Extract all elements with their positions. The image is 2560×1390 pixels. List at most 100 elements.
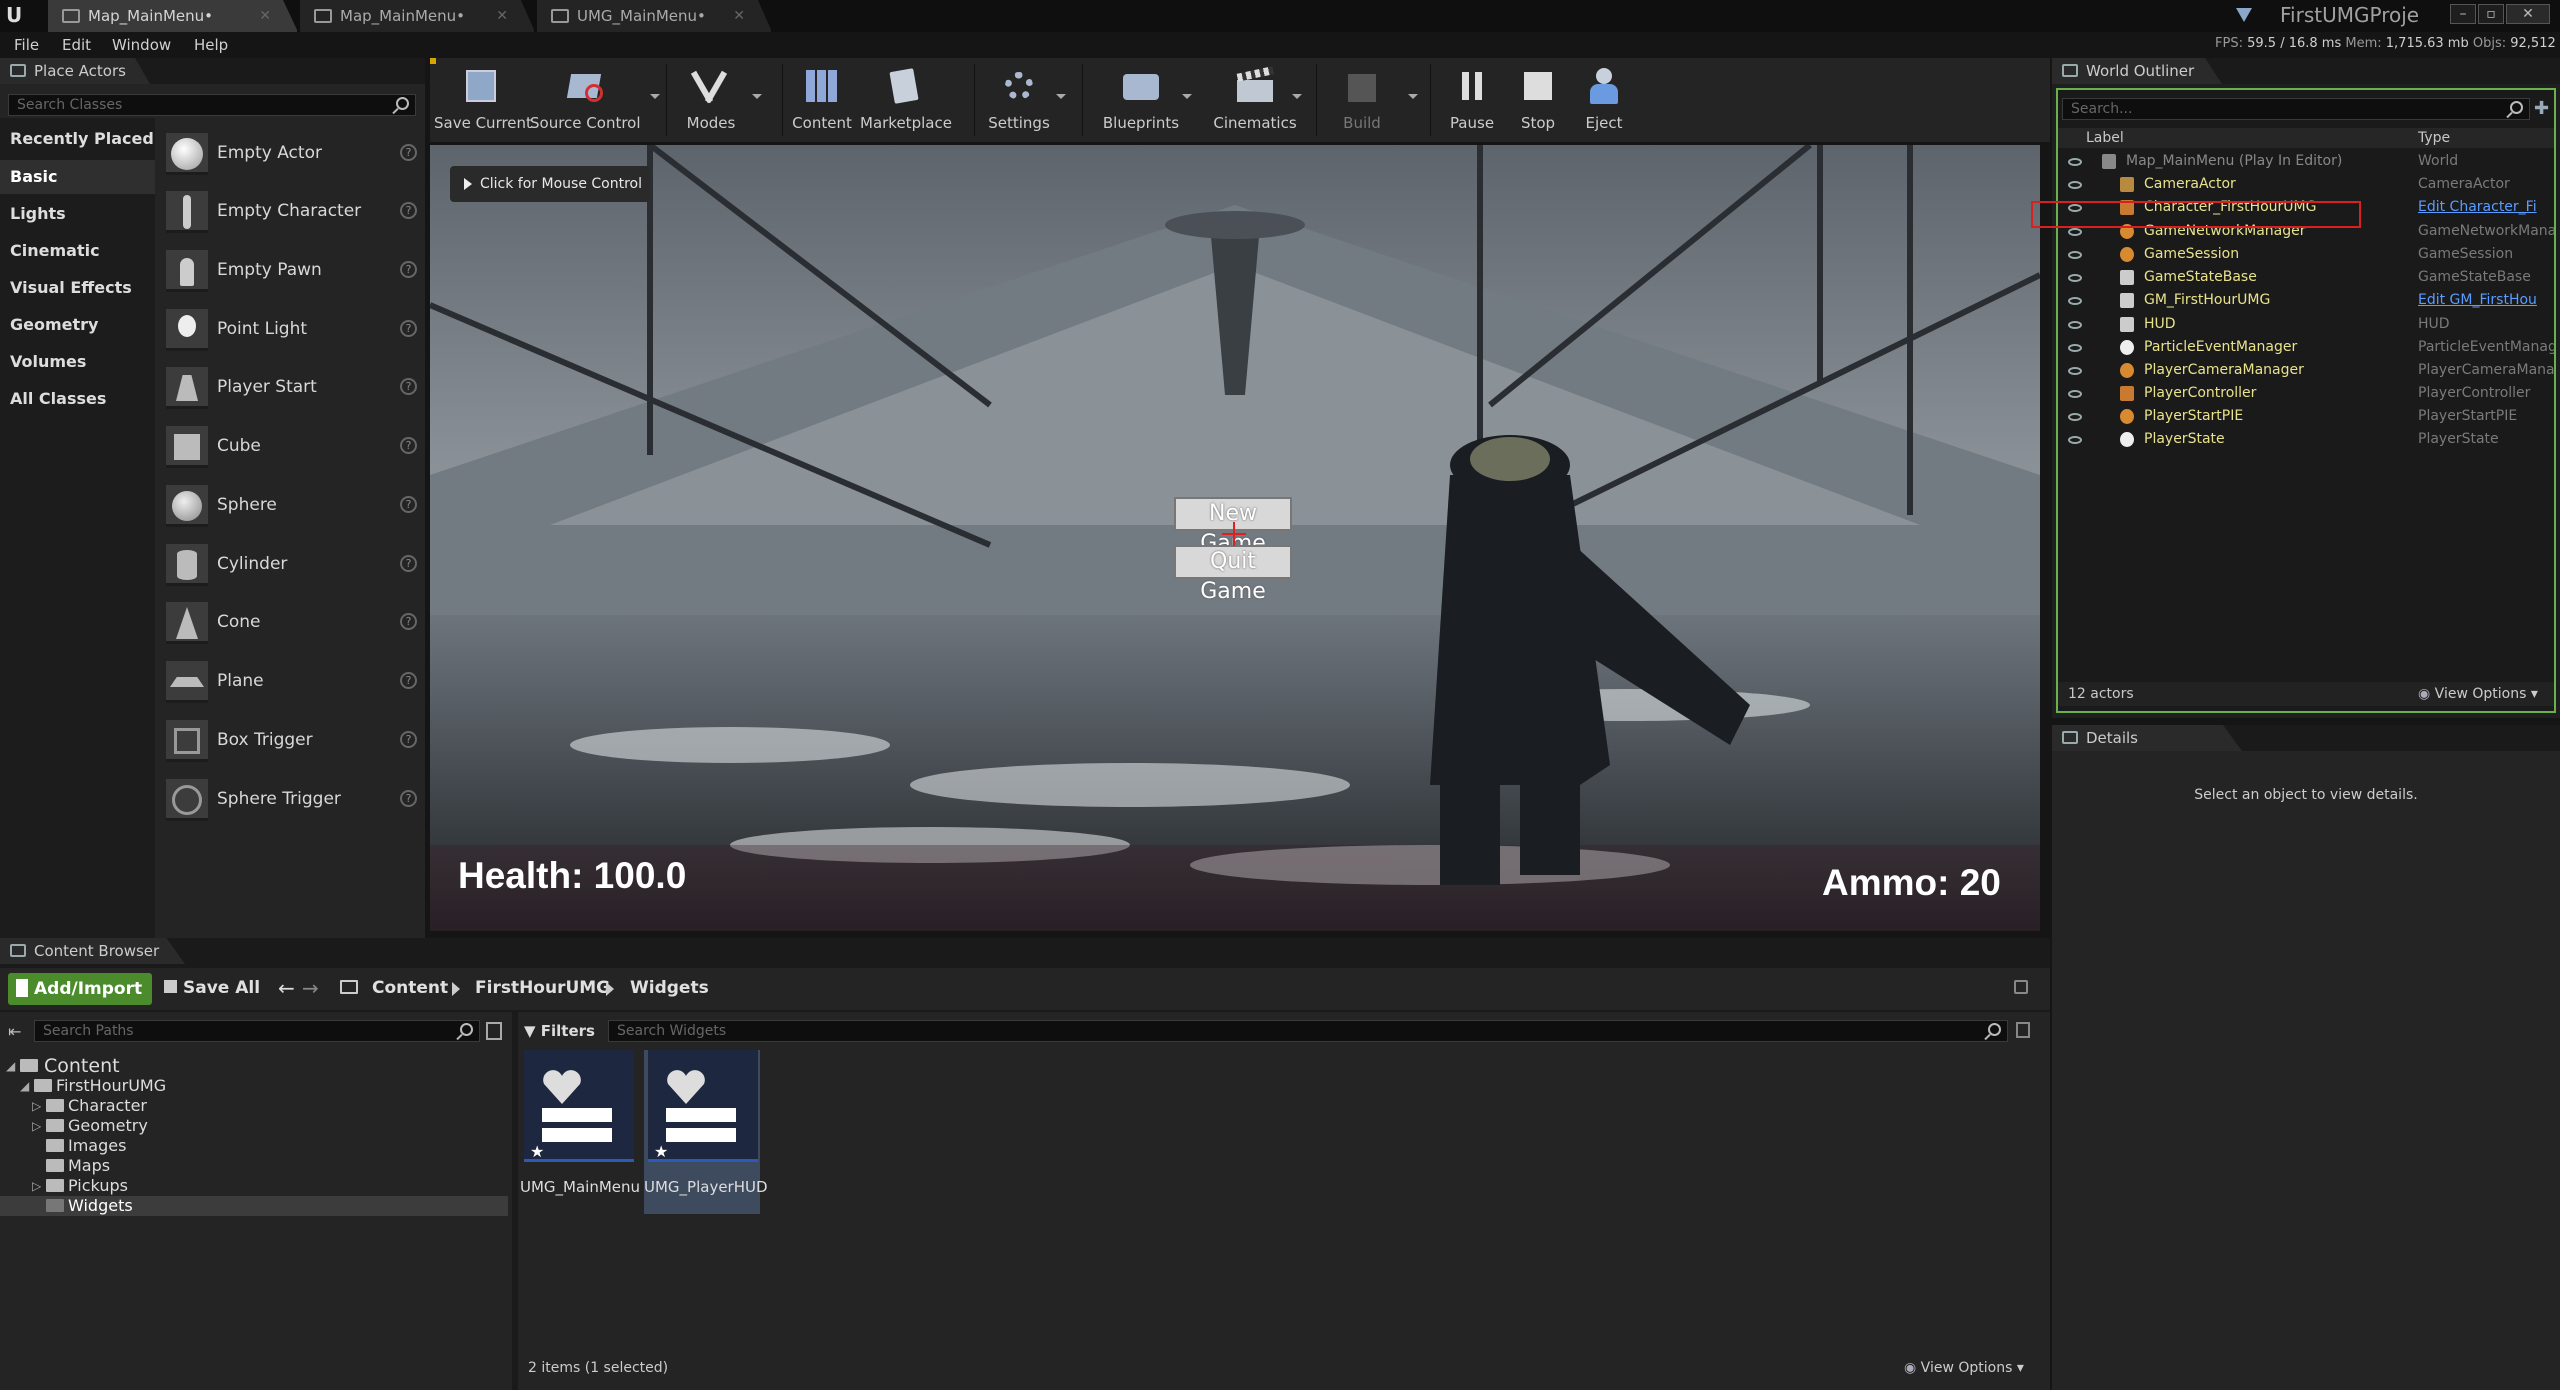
tree-item-images[interactable]: Images [0, 1136, 508, 1156]
category-all-classes[interactable]: All Classes [0, 382, 155, 416]
blueprints-dropdown[interactable] [1182, 94, 1192, 99]
content-browser-tab[interactable]: Content Browser [0, 938, 185, 964]
category-cinematic[interactable]: Cinematic [0, 234, 155, 268]
visibility-eye-icon[interactable] [2068, 344, 2082, 352]
outliner-row-playerstartpie[interactable]: PlayerStartPIE PlayerStartPIE [2058, 405, 2554, 428]
visibility-eye-icon[interactable] [2068, 321, 2082, 329]
view-list-icon[interactable] [486, 1022, 502, 1040]
visibility-eye-icon[interactable] [2068, 436, 2082, 444]
close-tab-icon[interactable]: ✕ [259, 0, 271, 32]
actor-empty-pawn[interactable]: Empty Pawn? [162, 245, 417, 297]
save-current-button[interactable]: Save Current [434, 58, 532, 142]
help-icon[interactable]: ? [400, 437, 417, 454]
world-outliner-tab[interactable]: World Outliner [2052, 58, 2222, 84]
category-lights[interactable]: Lights [0, 197, 155, 231]
outliner-row-playercontroller[interactable]: PlayerController PlayerController [2058, 382, 2554, 405]
help-icon[interactable]: ? [400, 672, 417, 689]
settings-dropdown[interactable] [1056, 94, 1066, 99]
visibility-eye-icon[interactable] [2068, 274, 2082, 282]
quit-game-button[interactable]: Quit Game [1174, 545, 1292, 604]
tab-map-mainmenu-2[interactable]: Map_MainMenu• ✕ [300, 0, 535, 32]
search-widgets-input[interactable]: Search Widgets [608, 1020, 2008, 1042]
edit-character-link[interactable]: Edit Character_Fi [2418, 196, 2554, 219]
close-tab-icon[interactable]: ✕ [496, 0, 508, 32]
help-icon[interactable]: ? [400, 378, 417, 395]
outliner-row-gm-firsthourumg[interactable]: GM_FirstHourUMG Edit GM_FirstHou [2058, 289, 2554, 312]
actor-cube[interactable]: Cube? [162, 421, 417, 473]
cinematics-button[interactable]: Cinematics [1200, 58, 1310, 142]
help-icon[interactable]: ? [400, 496, 417, 513]
actor-point-light[interactable]: Point Light? [162, 304, 417, 356]
breadcrumb-separator-icon[interactable] [452, 982, 460, 996]
actor-empty-character[interactable]: Empty Character? [162, 186, 417, 238]
help-icon[interactable]: ? [400, 555, 417, 572]
menu-file[interactable]: File [14, 36, 39, 54]
build-dropdown[interactable] [1408, 94, 1418, 99]
visibility-eye-icon[interactable] [2068, 297, 2082, 305]
tree-item-widgets[interactable]: Widgets [0, 1196, 508, 1216]
minimize-button[interactable]: – [2450, 4, 2476, 24]
outliner-row-cameraactor[interactable]: CameraActor CameraActor [2058, 173, 2554, 196]
menu-window[interactable]: Window [112, 36, 171, 54]
visibility-eye-icon[interactable] [2068, 390, 2082, 398]
outliner-row-playerstate[interactable]: PlayerState PlayerState [2058, 428, 2554, 451]
source-control-dropdown[interactable] [650, 94, 660, 99]
actor-empty-actor[interactable]: Empty Actor? [162, 128, 417, 180]
tab-umg-mainmenu[interactable]: UMG_MainMenu• ✕ [537, 0, 772, 32]
visibility-eye-icon[interactable] [2068, 158, 2082, 166]
visibility-eye-icon[interactable] [2068, 367, 2082, 375]
help-icon[interactable]: ? [400, 144, 417, 161]
help-icon[interactable]: ? [400, 202, 417, 219]
maximize-button[interactable]: ▫ [2478, 4, 2504, 24]
outliner-view-options[interactable]: ◉ View Options ▾ [2418, 682, 2538, 706]
visibility-eye-icon[interactable] [2068, 181, 2082, 189]
actor-cone[interactable]: Cone? [162, 597, 417, 649]
blueprints-button[interactable]: Blueprints [1086, 58, 1196, 142]
category-geometry[interactable]: Geometry [0, 308, 155, 342]
details-tab[interactable]: Details [2052, 725, 2242, 751]
edit-gamemode-link[interactable]: Edit GM_FirstHou [2418, 289, 2554, 312]
add-icon[interactable]: ✚ [2534, 98, 2554, 120]
modes-dropdown[interactable] [752, 94, 762, 99]
asset-umg-mainmenu[interactable]: ★ UMG_MainMenu [520, 1050, 640, 1214]
tree-item-firsthourumg[interactable]: ◢ FirstHourUMG [0, 1076, 508, 1096]
close-button[interactable]: ✕ [2506, 4, 2550, 24]
eject-button[interactable]: Eject [1572, 58, 1636, 142]
category-visual-effects[interactable]: Visual Effects [0, 271, 155, 305]
asset-umg-playerhud[interactable]: ★ UMG_PlayerHUD [644, 1050, 768, 1214]
build-button[interactable]: Build [1320, 58, 1404, 142]
category-basic[interactable]: Basic [0, 160, 155, 194]
outliner-row-playercameramanager[interactable]: PlayerCameraManager PlayerCameraMana [2058, 359, 2554, 382]
category-recently-placed[interactable]: Recently Placed [0, 122, 155, 156]
source-control-button[interactable]: Source Control [530, 58, 641, 142]
settings-button[interactable]: Settings [978, 58, 1060, 142]
menu-edit[interactable]: Edit [62, 36, 91, 54]
breadcrumb-firsthourumg[interactable]: FirstHourUMG [475, 978, 610, 998]
add-import-button[interactable]: Add/Import ▾ [8, 973, 152, 1031]
save-all-button[interactable]: Save All [164, 978, 260, 998]
actor-plane[interactable]: Plane? [162, 656, 417, 708]
forward-arrow-icon[interactable]: → [302, 976, 319, 1000]
actor-box-trigger[interactable]: Box Trigger? [162, 715, 417, 767]
outliner-row-gamestatebase[interactable]: GameStateBase GameStateBase [2058, 266, 2554, 289]
lock-icon[interactable] [2014, 980, 2028, 994]
pause-button[interactable]: Pause [1440, 58, 1504, 142]
help-icon[interactable]: ? [400, 261, 417, 278]
back-arrow-icon[interactable]: ← [278, 976, 295, 1000]
tree-item-geometry[interactable]: ▷ Geometry [0, 1116, 508, 1136]
outliner-row-world[interactable]: Map_MainMenu (Play In Editor) World [2058, 150, 2554, 173]
cinematics-dropdown[interactable] [1292, 94, 1302, 99]
close-tab-icon[interactable]: ✕ [733, 0, 745, 32]
visibility-eye-icon[interactable] [2068, 228, 2082, 236]
actor-sphere-trigger[interactable]: Sphere Trigger? [162, 774, 417, 826]
category-volumes[interactable]: Volumes [0, 345, 155, 379]
tree-item-maps[interactable]: Maps [0, 1156, 508, 1176]
menu-help[interactable]: Help [194, 36, 228, 54]
mouse-control-hint[interactable]: Click for Mouse Control [450, 166, 650, 202]
actor-sphere[interactable]: Sphere? [162, 480, 417, 532]
collapse-sources-icon[interactable]: ⇤ [8, 1022, 30, 1042]
help-icon[interactable]: ? [400, 320, 417, 337]
notification-icon[interactable] [2236, 8, 2252, 22]
help-icon[interactable]: ? [400, 613, 417, 630]
tree-item-character[interactable]: ▷ Character [0, 1096, 508, 1116]
